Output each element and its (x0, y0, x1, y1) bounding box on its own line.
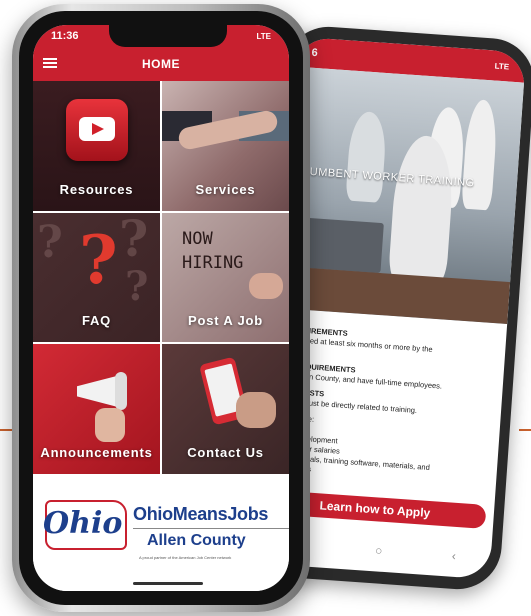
front-phone-bezel: 11:36 LTE HOME Resources Services ? ? ? … (19, 11, 303, 605)
question-mark-icon: ? (79, 220, 118, 299)
front-phone-screen: 11:36 LTE HOME Resources Services ? ? ? … (33, 25, 289, 591)
person-figure (461, 98, 499, 211)
county-name: Allen County (147, 532, 246, 549)
home-indicator[interactable] (133, 582, 203, 585)
tile-label: FAQ (81, 313, 112, 329)
now-hiring-poster: NOW HIRING (182, 228, 244, 273)
status-indicators: LTE (256, 31, 271, 41)
tile-label: Contact Us (187, 445, 264, 460)
back-button[interactable]: ‹ (451, 549, 456, 563)
tile-announcements[interactable]: Announcements (33, 344, 160, 474)
training-photo: INCUMBENT WORKER TRAINING (277, 66, 525, 325)
app-bar: HOME (33, 47, 289, 81)
home-button[interactable]: ○ (375, 543, 383, 557)
logo-divider (133, 528, 289, 529)
menu-icon[interactable] (43, 56, 57, 70)
tile-services[interactable]: Services (162, 81, 289, 211)
tile-label: Resources (59, 181, 134, 197)
front-phone: 11:36 LTE HOME Resources Services ? ? ? … (12, 4, 310, 612)
hand-with-pen (249, 272, 283, 299)
home-grid: Resources Services ? ? ? ? FAQ NOW HIRIN… (33, 81, 289, 474)
megaphone-icon (67, 370, 127, 412)
back-status-time: 6 (311, 46, 319, 60)
phone-notch (109, 25, 227, 47)
decor-line-right (519, 429, 531, 431)
tile-contact-us[interactable]: Contact Us (162, 344, 289, 474)
tile-label: Announcements (40, 445, 153, 460)
brand-name: OhioMeansJobs (133, 504, 269, 524)
question-mark-icon: ? (119, 212, 149, 268)
tile-faq[interactable]: ? ? ? ? FAQ (33, 212, 160, 343)
hand-holding-phone (236, 392, 276, 429)
page-title: HOME (142, 57, 180, 71)
status-time: 11:36 (51, 30, 79, 42)
person-figure (345, 110, 388, 203)
ohio-script-logo: Ohio (43, 506, 123, 541)
tile-label: Post A Job (188, 313, 263, 329)
youtube-play-icon (66, 99, 128, 161)
tile-post-a-job[interactable]: NOW HIRING Post A Job (162, 212, 289, 343)
ohiomeansjobs-logo: Ohio OhioMeansJobs Allen County A proud … (33, 474, 289, 591)
back-status-indicators: LTE (494, 61, 510, 72)
hand-holding-megaphone (95, 408, 125, 443)
question-mark-icon: ? (37, 216, 63, 268)
logo-tagline: A proud partner of the American Job Cent… (139, 555, 232, 560)
tile-label: Services (195, 181, 256, 197)
tile-resources[interactable]: Resources (33, 81, 160, 211)
question-mark-icon: ? (125, 262, 149, 310)
